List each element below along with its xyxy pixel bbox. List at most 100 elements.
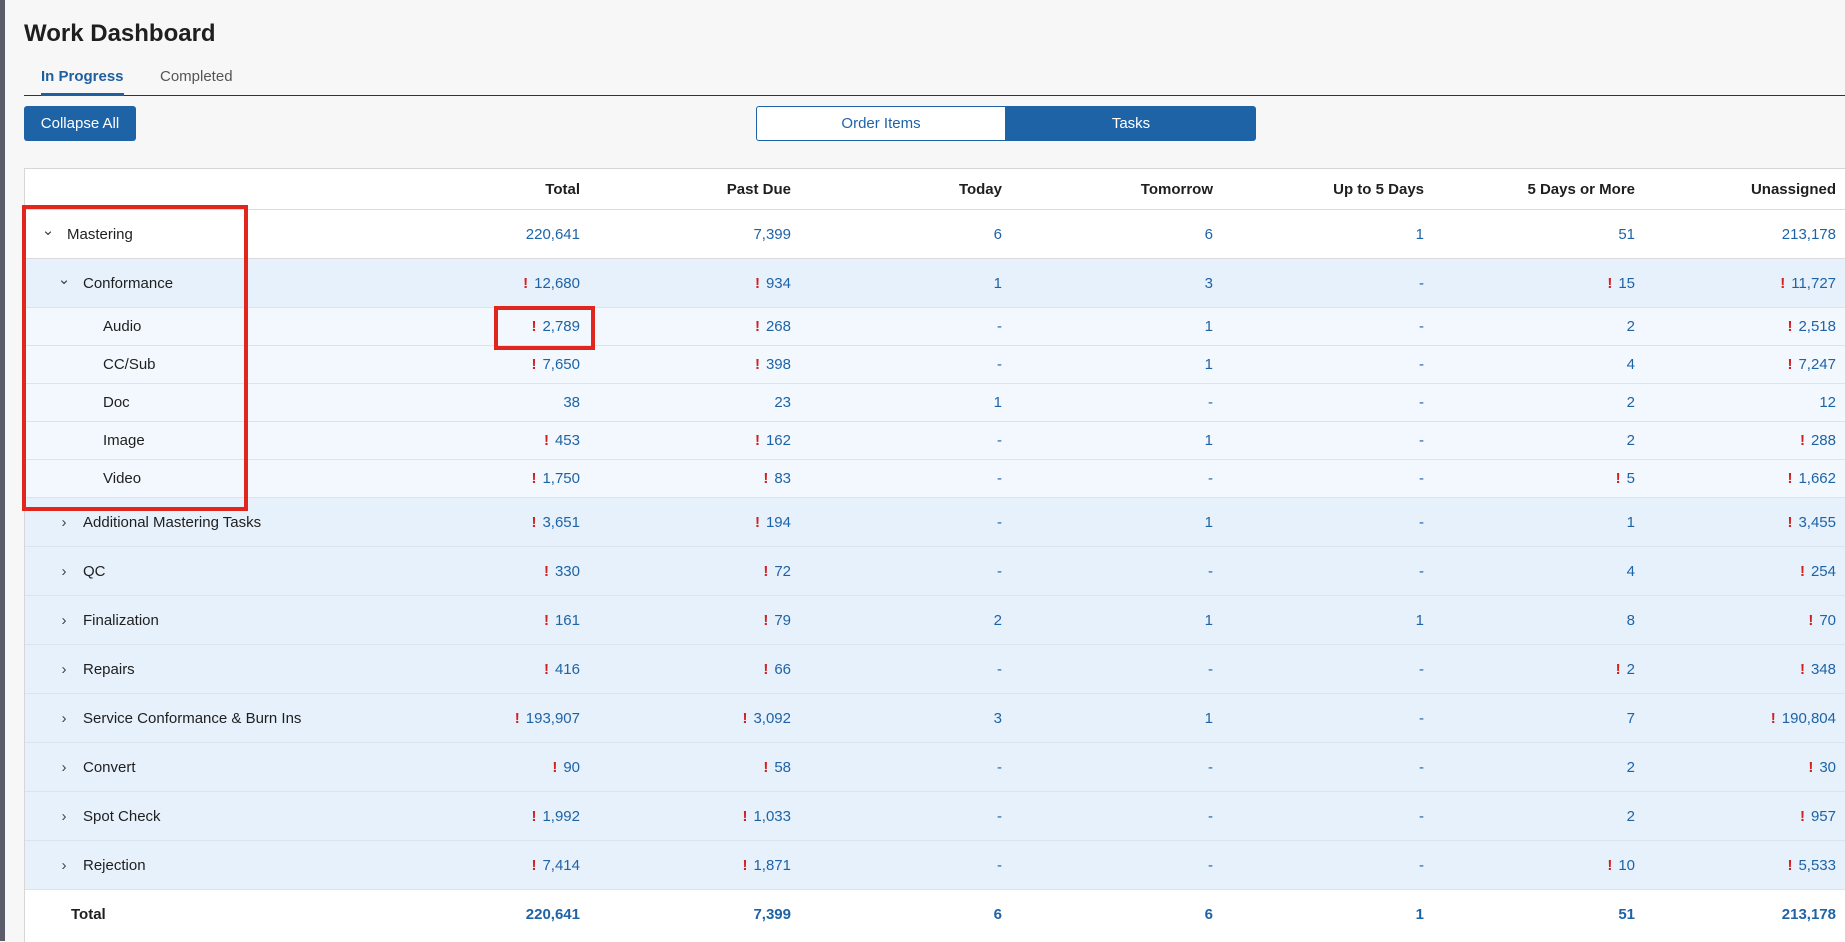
chevron-right-icon[interactable]: › (57, 612, 71, 629)
value-cell[interactable]: - (801, 644, 1012, 694)
value-cell[interactable]: - (801, 840, 1012, 890)
value-cell[interactable]: - (1223, 546, 1434, 596)
value-cell[interactable]: - (1223, 840, 1434, 890)
value-cell[interactable]: ! 66 (590, 644, 801, 694)
value-cell[interactable]: - (801, 421, 1012, 460)
total-cell[interactable]: 7,399 (590, 889, 801, 938)
value-cell[interactable]: 6 (1012, 209, 1223, 259)
value-cell[interactable]: 8 (1434, 595, 1645, 645)
value-cell[interactable]: 12 (1645, 383, 1845, 422)
value-cell[interactable]: 3 (1012, 258, 1223, 308)
chevron-right-icon[interactable]: › (57, 857, 71, 874)
chevron-down-icon[interactable]: ⌄ (41, 221, 55, 239)
value-cell[interactable]: ! 3,651 (379, 497, 590, 547)
value-cell[interactable]: ! 330 (379, 546, 590, 596)
value-cell[interactable]: 7 (1434, 693, 1645, 743)
value-cell[interactable]: ! 12,680 (379, 258, 590, 308)
value-cell[interactable]: 2 (1434, 383, 1645, 422)
value-cell[interactable]: 2 (1434, 307, 1645, 346)
value-cell[interactable]: - (1223, 791, 1434, 841)
total-cell[interactable]: 1 (1223, 889, 1434, 938)
toggle-tasks[interactable]: Tasks (1006, 106, 1256, 141)
value-cell[interactable]: ! 11,727 (1645, 258, 1845, 308)
total-cell[interactable]: 220,641 (379, 889, 590, 938)
value-cell[interactable]: ! 288 (1645, 421, 1845, 460)
value-cell[interactable]: 220,641 (379, 209, 590, 259)
value-cell[interactable]: - (1223, 307, 1434, 346)
collapse-all-button[interactable]: Collapse All (24, 106, 136, 141)
tab-completed[interactable]: Completed (160, 68, 233, 93)
value-cell[interactable]: - (1223, 497, 1434, 547)
value-cell[interactable]: 1 (1012, 345, 1223, 384)
col-header-total[interactable]: Total (379, 169, 590, 210)
value-cell[interactable]: - (1012, 383, 1223, 422)
value-cell[interactable]: ! 2 (1434, 644, 1645, 694)
value-cell[interactable]: ! 161 (379, 595, 590, 645)
col-header-unassigned[interactable]: Unassigned (1645, 169, 1845, 210)
total-cell[interactable]: 51 (1434, 889, 1645, 938)
total-cell[interactable]: 6 (801, 889, 1012, 938)
value-cell[interactable]: 1 (801, 258, 1012, 308)
value-cell[interactable]: ! 162 (590, 421, 801, 460)
value-cell[interactable]: 6 (801, 209, 1012, 259)
value-cell[interactable]: - (801, 742, 1012, 792)
value-cell[interactable]: - (801, 791, 1012, 841)
value-cell[interactable]: 1 (1012, 693, 1223, 743)
value-cell[interactable]: - (1012, 546, 1223, 596)
value-cell[interactable]: ! 268 (590, 307, 801, 346)
value-cell[interactable]: ! 194 (590, 497, 801, 547)
total-cell[interactable]: 6 (1012, 889, 1223, 938)
value-cell[interactable]: 213,178 (1645, 209, 1845, 259)
value-cell[interactable]: ! 7,247 (1645, 345, 1845, 384)
chevron-right-icon[interactable]: › (57, 514, 71, 531)
value-cell[interactable]: ! 83 (590, 459, 801, 498)
col-header-today[interactable]: Today (801, 169, 1012, 210)
value-cell[interactable]: 2 (1434, 791, 1645, 841)
value-cell[interactable]: - (801, 459, 1012, 498)
value-cell[interactable]: - (1223, 383, 1434, 422)
value-cell[interactable]: ! 934 (590, 258, 801, 308)
value-cell[interactable]: 1 (1012, 595, 1223, 645)
value-cell[interactable]: ! 7,414 (379, 840, 590, 890)
value-cell[interactable]: ! 10 (1434, 840, 1645, 890)
value-cell[interactable]: 2 (1434, 742, 1645, 792)
value-cell[interactable]: 23 (590, 383, 801, 422)
value-cell[interactable]: ! 190,804 (1645, 693, 1845, 743)
value-cell[interactable]: ! 79 (590, 595, 801, 645)
value-cell[interactable]: 1 (1223, 595, 1434, 645)
value-cell[interactable]: ! 7,650 (379, 345, 590, 384)
value-cell[interactable]: ! 1,750 (379, 459, 590, 498)
value-cell[interactable]: ! 3,092 (590, 693, 801, 743)
total-cell[interactable]: 213,178 (1645, 889, 1845, 938)
value-cell[interactable]: ! 957 (1645, 791, 1845, 841)
value-cell[interactable]: 1 (1223, 209, 1434, 259)
value-cell[interactable]: - (1223, 459, 1434, 498)
value-cell[interactable]: ! 1,992 (379, 791, 590, 841)
value-cell[interactable]: ! 254 (1645, 546, 1845, 596)
value-cell[interactable]: ! 15 (1434, 258, 1645, 308)
value-cell[interactable]: 7,399 (590, 209, 801, 259)
value-cell[interactable]: - (801, 345, 1012, 384)
value-cell[interactable]: 1 (1434, 497, 1645, 547)
value-cell[interactable]: - (1223, 693, 1434, 743)
value-cell[interactable]: ! 5 (1434, 459, 1645, 498)
col-header-tomorrow[interactable]: Tomorrow (1012, 169, 1223, 210)
col-header-past-due[interactable]: Past Due (590, 169, 801, 210)
chevron-right-icon[interactable]: › (57, 563, 71, 580)
value-cell[interactable]: 38 (379, 383, 590, 422)
value-cell[interactable]: 1 (801, 383, 1012, 422)
value-cell[interactable]: - (1223, 345, 1434, 384)
value-cell[interactable]: 1 (1012, 307, 1223, 346)
value-cell[interactable]: ! 453 (379, 421, 590, 460)
toggle-order-items[interactable]: Order Items (756, 106, 1006, 141)
value-cell[interactable]: ! 2,789 (379, 307, 590, 346)
value-cell[interactable]: ! 3,455 (1645, 497, 1845, 547)
value-cell[interactable]: - (1223, 742, 1434, 792)
value-cell[interactable]: - (1223, 644, 1434, 694)
chevron-right-icon[interactable]: › (57, 661, 71, 678)
value-cell[interactable]: - (1012, 644, 1223, 694)
chevron-right-icon[interactable]: › (57, 710, 71, 727)
value-cell[interactable]: ! 90 (379, 742, 590, 792)
value-cell[interactable]: ! 1,871 (590, 840, 801, 890)
value-cell[interactable]: - (1012, 742, 1223, 792)
